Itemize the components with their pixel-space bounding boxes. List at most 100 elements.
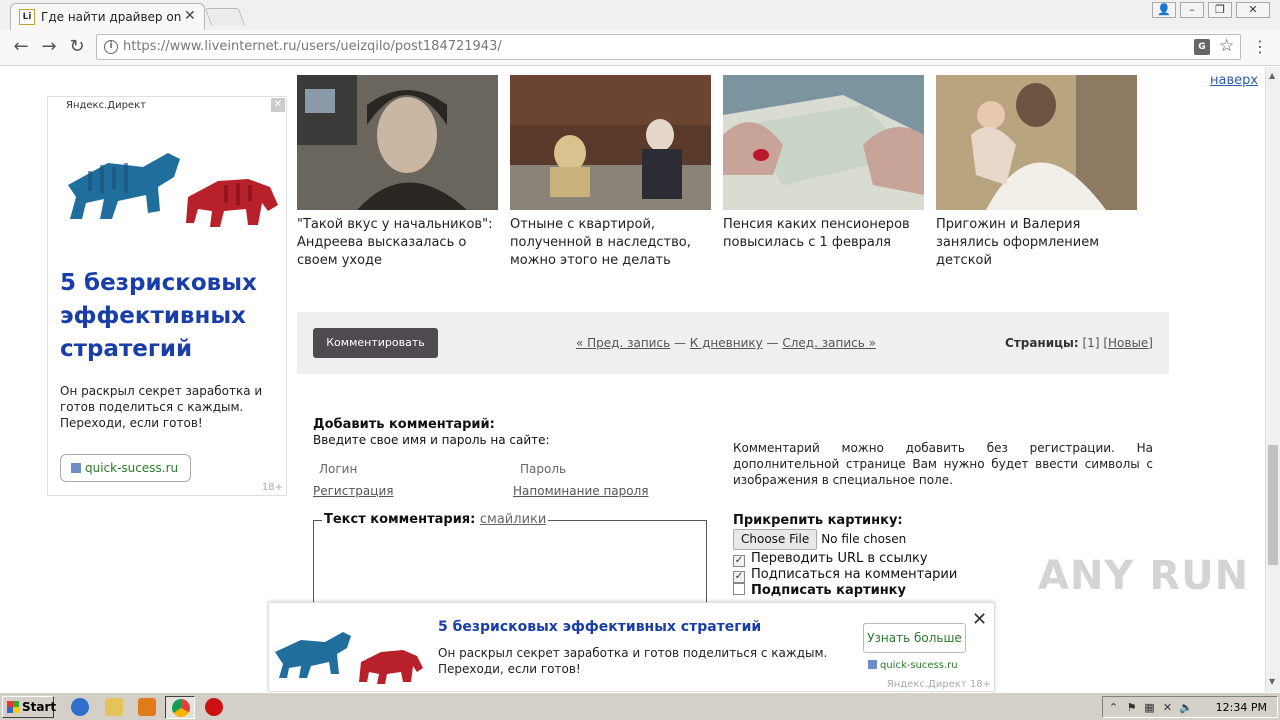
bottom-ad-close-icon[interactable]: ✕: [972, 609, 987, 630]
comment-form-heading: Добавить комментарий:: [313, 417, 495, 432]
ad-age-rating: 18+: [261, 482, 283, 493]
to-top-link[interactable]: наверх: [1210, 73, 1258, 88]
ad-title[interactable]: 5 безрисковых эффективных стратегий: [60, 267, 280, 366]
left-ad-block[interactable]: Яндекс.Директ ✕ 5 безрисковых эффективны…: [47, 96, 287, 496]
profile-icon[interactable]: 👤: [1152, 2, 1176, 18]
scroll-down-arrow-icon[interactable]: ▼: [1269, 677, 1275, 686]
info-icon[interactable]: i: [104, 40, 118, 54]
comment-form-subheading: Введите свое имя и пароль на сайте:: [313, 433, 550, 447]
domain-favicon-icon: [868, 660, 877, 669]
scroll-up-arrow-icon[interactable]: ▲: [1269, 71, 1275, 80]
register-link[interactable]: Регистрация: [313, 484, 393, 498]
related-caption[interactable]: Пригожин и Валерия занялись оформлением …: [936, 216, 1137, 270]
bottom-ad-title[interactable]: 5 безрисковых эффективных стратегий: [438, 619, 761, 635]
checkbox-checked-icon[interactable]: ✓: [733, 571, 745, 583]
related-articles: "Такой вкус у начальников": Андреева выс…: [297, 75, 1147, 275]
related-caption[interactable]: Отныне с квартирой, полученной в наследс…: [510, 216, 711, 270]
password-input[interactable]: Пароль: [520, 462, 566, 476]
bottom-ad-footer: Яндекс.Директ 18+: [886, 679, 991, 690]
chrome-icon: [172, 699, 190, 717]
taskbar-clock: 12:34 PM: [1215, 701, 1267, 714]
folder-icon[interactable]: [105, 698, 123, 716]
ad-bull-bear-image: [275, 632, 423, 684]
diary-link[interactable]: К дневнику: [690, 336, 763, 350]
forward-arrow-icon[interactable]: →: [38, 36, 60, 58]
ie-icon[interactable]: [71, 698, 89, 716]
related-thumbnail: [297, 75, 498, 210]
related-thumbnail: [936, 75, 1137, 210]
checkbox-label: Подписаться на комментарии: [751, 567, 958, 582]
url-prefix: https://www.liveinternet.ru: [123, 39, 297, 54]
nav-separator: —: [670, 336, 690, 350]
bottom-ad-domain-text: quick-sucess.ru: [880, 660, 958, 671]
tray-expand-icon[interactable]: ⌃: [1107, 701, 1120, 714]
back-arrow-icon[interactable]: ←: [10, 36, 32, 58]
flag-icon[interactable]: ⚑: [1125, 701, 1138, 714]
browser-toolbar: ← → ↻ i https://www.liveinternet.ru/user…: [0, 30, 1280, 66]
bottom-ad-banner[interactable]: 5 безрисковых эффективных стратегий Он р…: [268, 602, 995, 692]
attach-image-heading: Прикрепить картинку:: [733, 513, 903, 528]
pagination: Страницы: [1] [Новые]: [1005, 336, 1153, 350]
translate-icon[interactable]: G: [1194, 39, 1210, 55]
system-tray: ⌃ ⚑ ▦ ✕ 🔈 12:34 PM: [1102, 696, 1278, 718]
login-input[interactable]: Логин: [319, 462, 357, 476]
checkbox-sign-image[interactable]: Подписать картинку: [733, 583, 906, 598]
checkbox-unchecked-icon[interactable]: [733, 583, 745, 595]
pages-label: Страницы:: [1004, 336, 1079, 350]
address-url[interactable]: https://www.liveinternet.ru/users/ueizqi…: [123, 39, 502, 54]
pages-new-link[interactable]: [Новые]: [1103, 336, 1153, 350]
comment-text-label: Текст комментария:: [324, 512, 476, 527]
no-file-text: No file chosen: [821, 532, 907, 546]
windows-flag-icon: [7, 701, 19, 713]
tab-title: Где найти драйвер onext: [41, 10, 181, 24]
prev-post-link[interactable]: « Пред. запись: [576, 336, 670, 350]
related-caption[interactable]: Пенсия каких пенсионеров повысилась с 1 …: [723, 216, 924, 252]
tab-close-icon[interactable]: ✕: [184, 8, 196, 24]
related-caption[interactable]: "Такой вкус у начальников": Андреева выс…: [297, 216, 498, 270]
browser-tab-active[interactable]: Li Где найти драйвер onext ✕: [10, 3, 205, 30]
bookmark-star-icon[interactable]: ☆: [1219, 36, 1234, 56]
page-scrollbar[interactable]: ▲ ▼: [1265, 67, 1280, 692]
nav-separator: —: [762, 336, 783, 350]
ad-domain-button[interactable]: quick-sucess.ru: [60, 454, 192, 482]
learn-more-button[interactable]: Узнать больше: [863, 623, 966, 653]
comment-form-login: Добавить комментарий: Введите свое имя и…: [313, 417, 713, 498]
start-button[interactable]: Start: [2, 696, 57, 718]
related-thumbnail: [723, 75, 924, 210]
checkbox-convert-url[interactable]: ✓ Переводить URL в ссылку: [733, 551, 928, 567]
checkbox-checked-icon[interactable]: ✓: [733, 555, 745, 567]
browser-tabbar: Li Где найти драйвер onext ✕ 👤 – ❐ ✕: [0, 0, 1280, 30]
remind-password-link[interactable]: Напоминание пароля: [513, 484, 649, 498]
reload-icon[interactable]: ↻: [66, 36, 88, 58]
new-tab-button[interactable]: [204, 8, 246, 26]
menu-dots-icon[interactable]: ⋮: [1252, 37, 1268, 56]
ad-close-icon[interactable]: ✕: [271, 98, 285, 112]
address-bar[interactable]: i https://www.liveinternet.ru/users/ueiz…: [96, 34, 1241, 60]
media-player-icon[interactable]: [138, 698, 156, 716]
restore-button[interactable]: ❐: [1208, 2, 1232, 18]
close-window-button[interactable]: ✕: [1236, 2, 1270, 18]
comment-button[interactable]: Комментировать: [313, 328, 438, 358]
bottom-ad-text: Он раскрыл секрет заработка и готов поде…: [438, 646, 828, 676]
pages-current: [1]: [1078, 336, 1104, 350]
security-icon[interactable]: ✕: [1161, 701, 1174, 714]
checkbox-subscribe[interactable]: ✓ Подписаться на комментарии: [733, 567, 957, 583]
post-navigation-bar: Комментировать « Пред. запись — К дневни…: [297, 312, 1169, 374]
registration-note: Комментарий можно добавить без регистрац…: [733, 441, 1153, 487]
bottom-ad-domain[interactable]: quick-sucess.ru: [868, 660, 958, 671]
comment-text-legend: Текст комментария: смайлики: [322, 512, 549, 527]
scroll-thumb[interactable]: [1268, 445, 1278, 565]
smilies-link[interactable]: смайлики: [480, 512, 546, 527]
shield-app-icon[interactable]: [205, 698, 223, 716]
ad-label: Яндекс.Директ: [66, 100, 146, 111]
network-icon[interactable]: ▦: [1143, 701, 1156, 714]
url-path: /users/ueizqilo/post184721943/: [296, 39, 502, 54]
next-post-link[interactable]: След. запись »: [782, 336, 876, 350]
choose-file-button[interactable]: Choose File: [733, 529, 818, 550]
file-input[interactable]: Choose File No file chosen: [733, 529, 906, 550]
start-label: Start: [22, 700, 57, 714]
liveinternet-favicon-icon: Li: [19, 9, 35, 25]
chrome-taskbar-button[interactable]: [165, 696, 195, 719]
minimize-button[interactable]: –: [1180, 2, 1204, 18]
volume-icon[interactable]: 🔈: [1179, 701, 1193, 714]
